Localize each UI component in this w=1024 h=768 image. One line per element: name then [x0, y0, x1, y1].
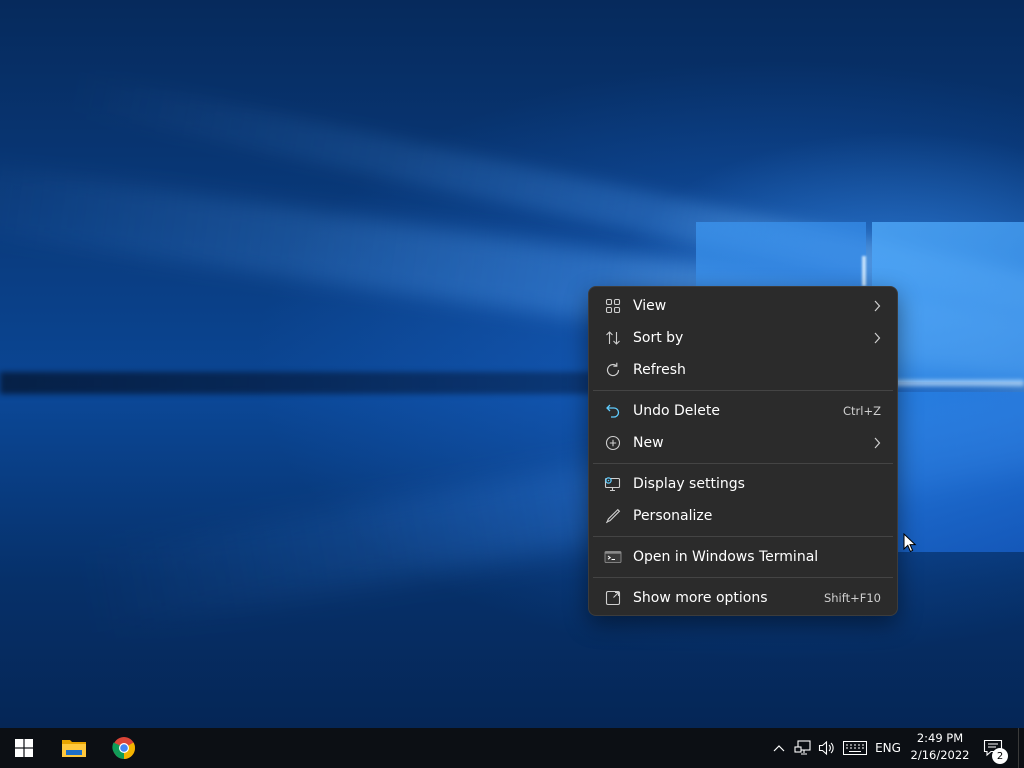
- menu-item-label: Display settings: [633, 476, 745, 492]
- menu-item-refresh[interactable]: Refresh: [593, 354, 893, 386]
- show-desktop-button[interactable]: [1018, 728, 1024, 768]
- shortcut-text: Shift+F10: [823, 591, 881, 605]
- display-settings-icon: [593, 468, 633, 500]
- chevron-right-icon: [865, 332, 889, 344]
- menu-item-label: Undo Delete: [633, 403, 721, 419]
- terminal-icon: [593, 541, 633, 573]
- menu-item-label: New: [633, 435, 664, 451]
- menu-item-display-settings[interactable]: Display settings: [593, 468, 893, 500]
- menu-item-label: Show more options: [633, 590, 768, 606]
- wallpaper-dark-band: [0, 372, 620, 394]
- input-language-indicator[interactable]: ENG: [872, 728, 904, 768]
- menu-item-open-in-windows-terminal[interactable]: Open in Windows Terminal: [593, 541, 893, 573]
- menu-item-label: Open in Windows Terminal: [633, 549, 819, 565]
- chevron-right-icon: [865, 437, 889, 449]
- menu-item-personalize[interactable]: Personalize: [593, 500, 893, 532]
- new-plus-icon: [593, 427, 633, 459]
- shortcut-text: Ctrl+Z: [843, 404, 881, 418]
- desktop-context-menu: View Sort by Refresh Undo Delete Ctrl+Z …: [588, 286, 898, 616]
- volume-icon: [818, 740, 834, 756]
- sort-icon: [593, 322, 633, 354]
- undo-icon: [593, 395, 633, 427]
- network-icon: [794, 740, 811, 755]
- clock-date: 2/16/2022: [910, 748, 970, 762]
- menu-item-undo-delete[interactable]: Undo Delete Ctrl+Z: [593, 395, 893, 427]
- clock[interactable]: 2:49 PM 2/16/2022: [904, 730, 976, 766]
- menu-item-show-more-options[interactable]: Show more options Shift+F10: [593, 582, 893, 614]
- windows-start-icon: [15, 739, 33, 757]
- show-more-options-icon: [593, 582, 633, 614]
- show-hidden-icons-button[interactable]: [768, 728, 790, 768]
- file-explorer-icon: [62, 740, 86, 757]
- menu-separator: [593, 463, 893, 464]
- menu-item-view[interactable]: View: [593, 290, 893, 322]
- chevron-up-icon: [773, 745, 785, 752]
- volume-button[interactable]: [816, 728, 838, 768]
- notification-count-badge: 2: [992, 748, 1008, 764]
- taskbar-google-chrome[interactable]: [100, 728, 148, 768]
- menu-item-label: Personalize: [633, 508, 713, 524]
- chrome-icon: [112, 737, 135, 759]
- menu-separator: [593, 536, 893, 537]
- mouse-pointer-icon: [903, 533, 917, 553]
- menu-item-label: View: [633, 298, 667, 314]
- taskbar-file-explorer[interactable]: [50, 728, 98, 768]
- start-button[interactable]: [0, 728, 48, 768]
- wallpaper-light-line: [862, 256, 866, 286]
- menu-separator: [593, 577, 893, 578]
- keyboard-icon: [843, 741, 867, 755]
- menu-item-new[interactable]: New: [593, 427, 893, 459]
- menu-separator: [593, 390, 893, 391]
- chevron-right-icon: [865, 300, 889, 312]
- personalize-pen-icon: [593, 500, 633, 532]
- touch-keyboard-button[interactable]: [840, 728, 870, 768]
- view-grid-icon: [593, 290, 633, 322]
- taskbar: ENG 2:49 PM 2/16/2022: [0, 728, 1024, 768]
- refresh-icon: [593, 354, 633, 386]
- menu-item-label: Sort by: [633, 330, 684, 346]
- menu-item-label: Refresh: [633, 362, 686, 378]
- clock-time: 2:49 PM: [916, 731, 964, 745]
- menu-item-sort-by[interactable]: Sort by: [593, 322, 893, 354]
- network-button[interactable]: [792, 728, 814, 768]
